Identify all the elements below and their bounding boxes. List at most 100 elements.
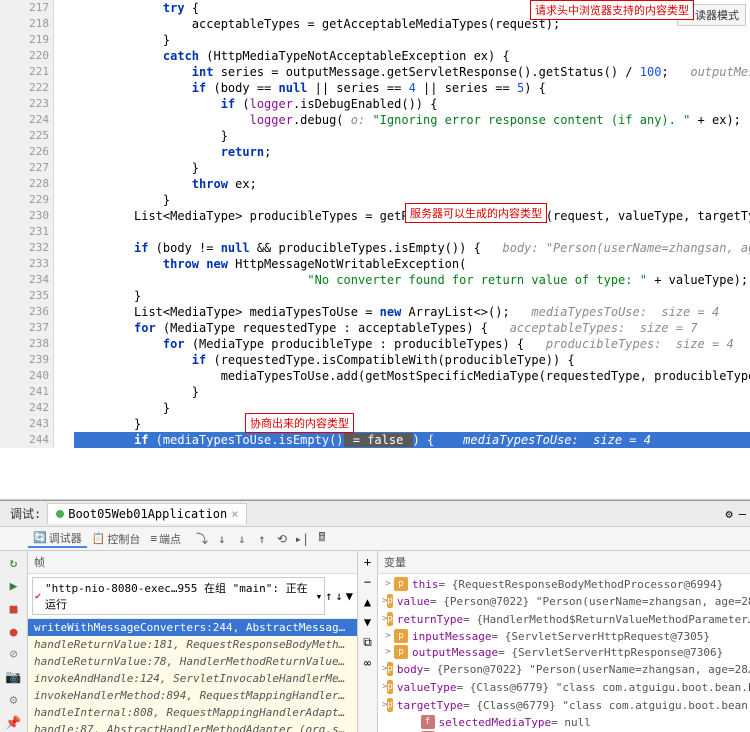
stack-frame[interactable]: invokeAndHandle:124, ServletInvocableHan… [28, 670, 357, 687]
run-status-icon [56, 510, 64, 518]
stack-frame[interactable]: handleReturnValue:181, RequestResponseBo… [28, 636, 357, 653]
code-line[interactable]: } [74, 400, 750, 416]
line-number: 219 [0, 32, 53, 48]
line-number: 228 [0, 176, 53, 192]
code-line[interactable]: if (requestedType.isCompatibleWith(produ… [74, 352, 750, 368]
step-out-icon[interactable]: ↑ [254, 531, 270, 547]
variable-row[interactable]: >pthis = {RequestResponseBodyMethodProce… [378, 576, 750, 592]
breakpoints-icon[interactable]: ● [5, 624, 23, 641]
code-area[interactable]: try { acceptableTypes = getAcceptableMed… [74, 0, 750, 448]
remove-watch-icon[interactable]: − [364, 575, 371, 589]
code-line[interactable]: List<MediaType> mediaTypesToUse = new Ar… [74, 304, 750, 320]
variable-row[interactable]: >preturnType = {HandlerMethod$ReturnValu… [378, 610, 750, 628]
run-config-tab[interactable]: Boot05Web01Application × [47, 503, 247, 524]
code-line[interactable]: } [74, 384, 750, 400]
code-line[interactable]: for (MediaType producibleType : producib… [74, 336, 750, 352]
close-icon[interactable]: × [231, 507, 238, 521]
next-frame-icon[interactable]: ↓ [336, 589, 343, 603]
code-line[interactable]: return; [74, 144, 750, 160]
frames-panel: 帧 ✔ "http-nio-8080-exec…955 在组 "main": 正… [28, 551, 358, 732]
code-line[interactable]: catch (HttpMediaTypeNotAcceptableExcepti… [74, 48, 750, 64]
debug-toolbar: 🔄调试器 📋控制台 ≡端点 ⤵ ↓ ⇓ ↑ ⟲ ▸| 🖩 [0, 527, 750, 551]
stack-frame[interactable]: handleInternal:808, RequestMappingHandle… [28, 704, 357, 721]
gear-icon[interactable]: ⚙ [726, 507, 733, 521]
code-line[interactable]: } [74, 160, 750, 176]
prev-frame-icon[interactable]: ↑ [325, 589, 332, 603]
line-number: 226 [0, 144, 53, 160]
stack-frame[interactable]: handleReturnValue:78, HandlerMethodRetur… [28, 653, 357, 670]
down-icon[interactable]: ▼ [364, 615, 371, 629]
code-line[interactable]: if (logger.isDebugEnabled()) { [74, 96, 750, 112]
tab-breakpoints[interactable]: ≡端点 [145, 531, 186, 547]
line-number: 220 [0, 48, 53, 64]
line-number: 244 [0, 432, 53, 448]
code-line[interactable]: throw new HttpMessageNotWritableExceptio… [74, 256, 750, 272]
line-number: 232 [0, 240, 53, 256]
code-line[interactable]: if (mediaTypesToUse.isEmpty() = false ) … [74, 432, 750, 448]
code-line[interactable]: int series = outputMessage.getServletRes… [74, 64, 750, 80]
resume-icon[interactable]: ▶ [5, 578, 23, 595]
code-line[interactable]: } [74, 416, 750, 432]
drop-frame-icon[interactable]: ⟲ [274, 531, 290, 547]
vars-header: 变量 [378, 551, 750, 574]
thread-selector[interactable]: ✔ "http-nio-8080-exec…955 在组 "main": 正在运… [32, 577, 325, 615]
tab-console[interactable]: 📋控制台 [87, 531, 146, 547]
stop-icon[interactable]: ■ [5, 601, 23, 618]
code-editor[interactable]: 阅读器模式 2172182192202212222232242252262272… [0, 0, 750, 500]
mute-breakpoints-icon[interactable]: ⊘ [5, 647, 23, 664]
frames-list[interactable]: writeWithMessageConverters:244, Abstract… [28, 619, 357, 732]
code-line[interactable]: if (body != null && producibleTypes.isEm… [74, 240, 750, 256]
line-number: 221 [0, 64, 53, 80]
code-line[interactable]: for (MediaType requestedType : acceptabl… [74, 320, 750, 336]
line-number: 222 [0, 80, 53, 96]
force-step-into-icon[interactable]: ⇓ [234, 531, 250, 547]
step-over-icon[interactable]: ⤵ [194, 531, 210, 547]
variable-row[interactable]: >poutputMessage = {ServletServerHttpResp… [378, 644, 750, 660]
code-line[interactable]: if (body == null || series == 4 || serie… [74, 80, 750, 96]
add-watch-icon[interactable]: + [364, 555, 371, 569]
settings-icon[interactable]: ⚙ [5, 692, 23, 709]
variable-row[interactable]: >pinputMessage = {ServletServerHttpReque… [378, 628, 750, 644]
rerun-icon[interactable]: ↻ [5, 555, 23, 572]
variable-row[interactable]: fselectedMediaType = null [378, 714, 750, 730]
variable-row[interactable]: >ptargetType = {Class@6779} "class com.a… [378, 696, 750, 714]
code-line[interactable]: } [74, 128, 750, 144]
code-line[interactable]: } [74, 32, 750, 48]
link-icon[interactable]: ∞ [364, 656, 371, 670]
debug-panel: 调试: Boot05Web01Application × ⚙ – 🔄调试器 📋控… [0, 500, 750, 732]
variable-row[interactable]: >pvalue = {Person@7022} "Person(userName… [378, 592, 750, 610]
code-line[interactable] [74, 224, 750, 240]
code-line[interactable]: } [74, 288, 750, 304]
line-number: 238 [0, 336, 53, 352]
up-icon[interactable]: ▲ [364, 595, 371, 609]
evaluate-icon[interactable]: 🖩 [314, 531, 330, 547]
pin-icon[interactable]: 📌 [5, 715, 23, 732]
camera-icon[interactable]: 📷 [5, 669, 23, 686]
stack-frame[interactable]: writeWithMessageConverters:244, Abstract… [28, 619, 357, 636]
frames-header: 帧 [28, 551, 357, 574]
step-into-icon[interactable]: ↓ [214, 531, 230, 547]
code-line[interactable]: logger.debug( o: "Ignoring error respons… [74, 112, 750, 128]
copy-icon[interactable]: ⧉ [363, 635, 372, 650]
code-line[interactable]: "No converter found for return value of … [74, 272, 750, 288]
code-line[interactable]: mediaTypesToUse.add(getMostSpecificMedia… [74, 368, 750, 384]
annotation-1: 请求头中浏览器支持的内容类型 [530, 0, 694, 20]
line-number: 240 [0, 368, 53, 384]
variables-panel[interactable]: 变量 >pthis = {RequestResponseBodyMethodPr… [378, 551, 750, 732]
stack-frame[interactable]: invokeHandlerMethod:894, RequestMappingH… [28, 687, 357, 704]
minimize-icon[interactable]: – [739, 507, 746, 521]
line-number: 227 [0, 160, 53, 176]
variable-row[interactable]: >pvalueType = {Class@6779} "class com.at… [378, 678, 750, 696]
variable-row[interactable]: >pbody = {Person@7022} "Person(userName=… [378, 660, 750, 678]
filter-icon[interactable]: ▼ [346, 589, 353, 603]
code-line[interactable]: throw ex; [74, 176, 750, 192]
line-number: 229 [0, 192, 53, 208]
chevron-down-icon: ▾ [316, 590, 323, 603]
run-to-cursor-icon[interactable]: ▸| [294, 531, 310, 547]
line-number: 236 [0, 304, 53, 320]
line-gutter: 2172182192202212222232242252262272282292… [0, 0, 54, 448]
stack-frame[interactable]: handle:87, AbstractHandlerMethodAdapter … [28, 721, 357, 732]
tab-debugger[interactable]: 🔄调试器 [28, 530, 87, 548]
line-number: 230 [0, 208, 53, 224]
line-number: 243 [0, 416, 53, 432]
